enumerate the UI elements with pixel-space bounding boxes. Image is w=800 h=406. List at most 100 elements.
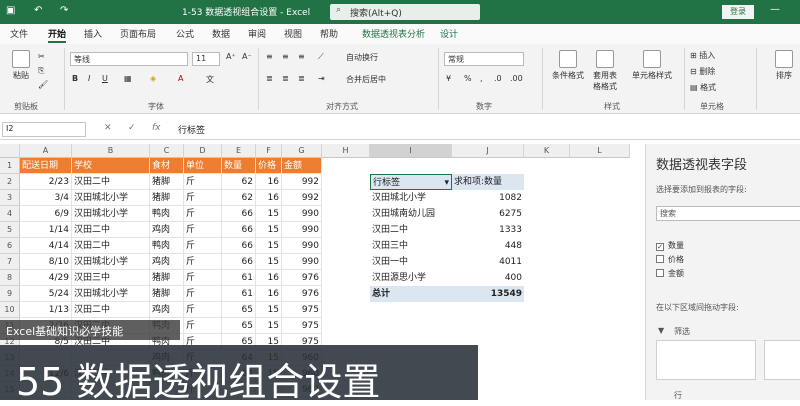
table-cell[interactable]: 61	[222, 270, 256, 286]
pivot-row-label-header[interactable]: 行标签 ▾	[370, 174, 452, 190]
table-cell[interactable]: 15	[256, 254, 282, 270]
align-left-icon[interactable]: ≣	[266, 74, 273, 83]
wrap-text-button[interactable]: 自动换行	[346, 52, 378, 63]
table-cell[interactable]: 66	[222, 238, 256, 254]
table-cell[interactable]: 66	[222, 254, 256, 270]
number-format-select[interactable]: 常规	[444, 52, 524, 66]
align-top-icon[interactable]: ≡	[266, 52, 273, 61]
table-cell[interactable]: 汉田城北小学	[72, 206, 150, 222]
table-header-cell[interactable]: 单位	[184, 158, 222, 174]
column-header[interactable]: G	[282, 144, 322, 158]
border-icon[interactable]: ▦	[124, 74, 132, 83]
decrease-decimal-icon[interactable]: .00	[510, 74, 523, 83]
tab-insert[interactable]: 插入	[84, 27, 102, 40]
column-header[interactable]: A	[20, 144, 72, 158]
table-cell[interactable]: 汉田城北小学	[72, 254, 150, 270]
table-cell[interactable]: 鸡肉	[150, 254, 184, 270]
copy-icon[interactable]: ⎘	[38, 66, 44, 76]
pivot-total-value[interactable]: 13549	[452, 286, 524, 302]
tab-help[interactable]: 帮助	[320, 27, 338, 40]
increase-font-icon[interactable]: A⁺	[226, 52, 236, 61]
table-cell[interactable]: 鸡肉	[150, 222, 184, 238]
row-header[interactable]: 3	[0, 190, 20, 206]
increase-decimal-icon[interactable]: .0	[494, 74, 502, 83]
table-cell[interactable]: 16	[256, 190, 282, 206]
phonetic-icon[interactable]: 文	[206, 74, 214, 85]
table-cell[interactable]: 斤	[184, 174, 222, 190]
table-cell[interactable]: 鸭肉	[150, 238, 184, 254]
column-header[interactable]: I	[370, 144, 452, 158]
tab-formulas[interactable]: 公式	[176, 27, 194, 40]
table-cell[interactable]: 1/13	[20, 302, 72, 318]
tab-review[interactable]: 审阅	[248, 27, 266, 40]
name-box[interactable]: I2	[2, 122, 86, 137]
pivot-value-header[interactable]: 求和项:数量	[452, 174, 524, 190]
orientation-icon[interactable]: ⟋	[318, 52, 324, 62]
table-header-cell[interactable]: 配送日期	[20, 158, 72, 174]
table-cell[interactable]: 4/14	[20, 238, 72, 254]
table-cell[interactable]: 61	[222, 286, 256, 302]
column-header[interactable]: C	[150, 144, 184, 158]
delete-cells-button[interactable]: ⊟ 删除	[690, 66, 715, 77]
table-cell[interactable]: 16	[256, 270, 282, 286]
tab-home[interactable]: 开始	[48, 27, 67, 43]
table-cell[interactable]: 汉田二中	[72, 174, 150, 190]
merge-center-button[interactable]: 合并后居中	[346, 74, 386, 85]
redo-icon[interactable]: ↷	[60, 5, 68, 16]
pivot-row-value[interactable]: 448	[452, 238, 524, 254]
undo-icon[interactable]: ↶	[34, 5, 42, 16]
confirm-icon[interactable]: ✓	[128, 123, 136, 133]
table-cell[interactable]: 汉田三中	[72, 270, 150, 286]
table-cell[interactable]: 15	[256, 222, 282, 238]
table-header-cell[interactable]: 数量	[222, 158, 256, 174]
field-search-input[interactable]: 搜索	[656, 206, 800, 221]
bold-button[interactable]: B	[72, 74, 78, 83]
table-cell[interactable]: 鸡肉	[150, 302, 184, 318]
table-cell[interactable]: 62	[222, 174, 256, 190]
row-header[interactable]: 9	[0, 286, 20, 302]
table-cell[interactable]: 15	[256, 302, 282, 318]
table-cell[interactable]: 975	[282, 302, 322, 318]
tab-design[interactable]: 设计	[440, 27, 458, 40]
table-cell[interactable]: 992	[282, 174, 322, 190]
function-icon[interactable]: fx	[152, 123, 161, 133]
pivot-row-label[interactable]: 汉田城南幼儿园	[370, 206, 452, 222]
font-name-select[interactable]: 等线	[70, 52, 188, 66]
table-cell[interactable]: 15	[256, 238, 282, 254]
column-header[interactable]: B	[72, 144, 150, 158]
table-cell[interactable]: 斤	[184, 190, 222, 206]
conditional-format-button[interactable]: 条件格式	[548, 50, 588, 81]
table-cell[interactable]: 斤	[184, 270, 222, 286]
column-header[interactable]: E	[222, 144, 256, 158]
pivot-row-label[interactable]: 汉田城北小学	[370, 190, 452, 206]
table-cell[interactable]: 猪脚	[150, 174, 184, 190]
paste-button[interactable]: 粘贴	[8, 50, 34, 81]
table-cell[interactable]: 15	[256, 318, 282, 334]
minimize-icon[interactable]: —	[770, 4, 780, 15]
table-cell[interactable]: 990	[282, 206, 322, 222]
tab-view[interactable]: 视图	[284, 27, 302, 40]
table-cell[interactable]: 6/9	[20, 206, 72, 222]
table-cell[interactable]: 16	[256, 174, 282, 190]
align-middle-icon[interactable]: ≡	[282, 52, 289, 61]
table-cell[interactable]: 65	[222, 302, 256, 318]
row-header[interactable]: 7	[0, 254, 20, 270]
table-cell[interactable]: 猪脚	[150, 270, 184, 286]
table-cell[interactable]: 65	[222, 318, 256, 334]
column-header[interactable]: K	[524, 144, 570, 158]
indent-icon[interactable]: ⇥	[318, 74, 325, 83]
table-cell[interactable]: 975	[282, 318, 322, 334]
table-cell[interactable]: 斤	[184, 302, 222, 318]
table-cell[interactable]: 976	[282, 270, 322, 286]
italic-button[interactable]: I	[88, 74, 90, 83]
sort-button[interactable]: 排序	[770, 50, 798, 81]
comma-icon[interactable]: ,	[480, 74, 483, 83]
table-cell[interactable]: 猪脚	[150, 190, 184, 206]
table-cell[interactable]: 990	[282, 222, 322, 238]
row-header[interactable]: 5	[0, 222, 20, 238]
table-cell[interactable]: 汉田二中	[72, 222, 150, 238]
table-cell[interactable]: 斤	[184, 286, 222, 302]
table-header-cell[interactable]: 食材	[150, 158, 184, 174]
align-right-icon[interactable]: ≣	[298, 74, 305, 83]
table-cell[interactable]: 990	[282, 254, 322, 270]
